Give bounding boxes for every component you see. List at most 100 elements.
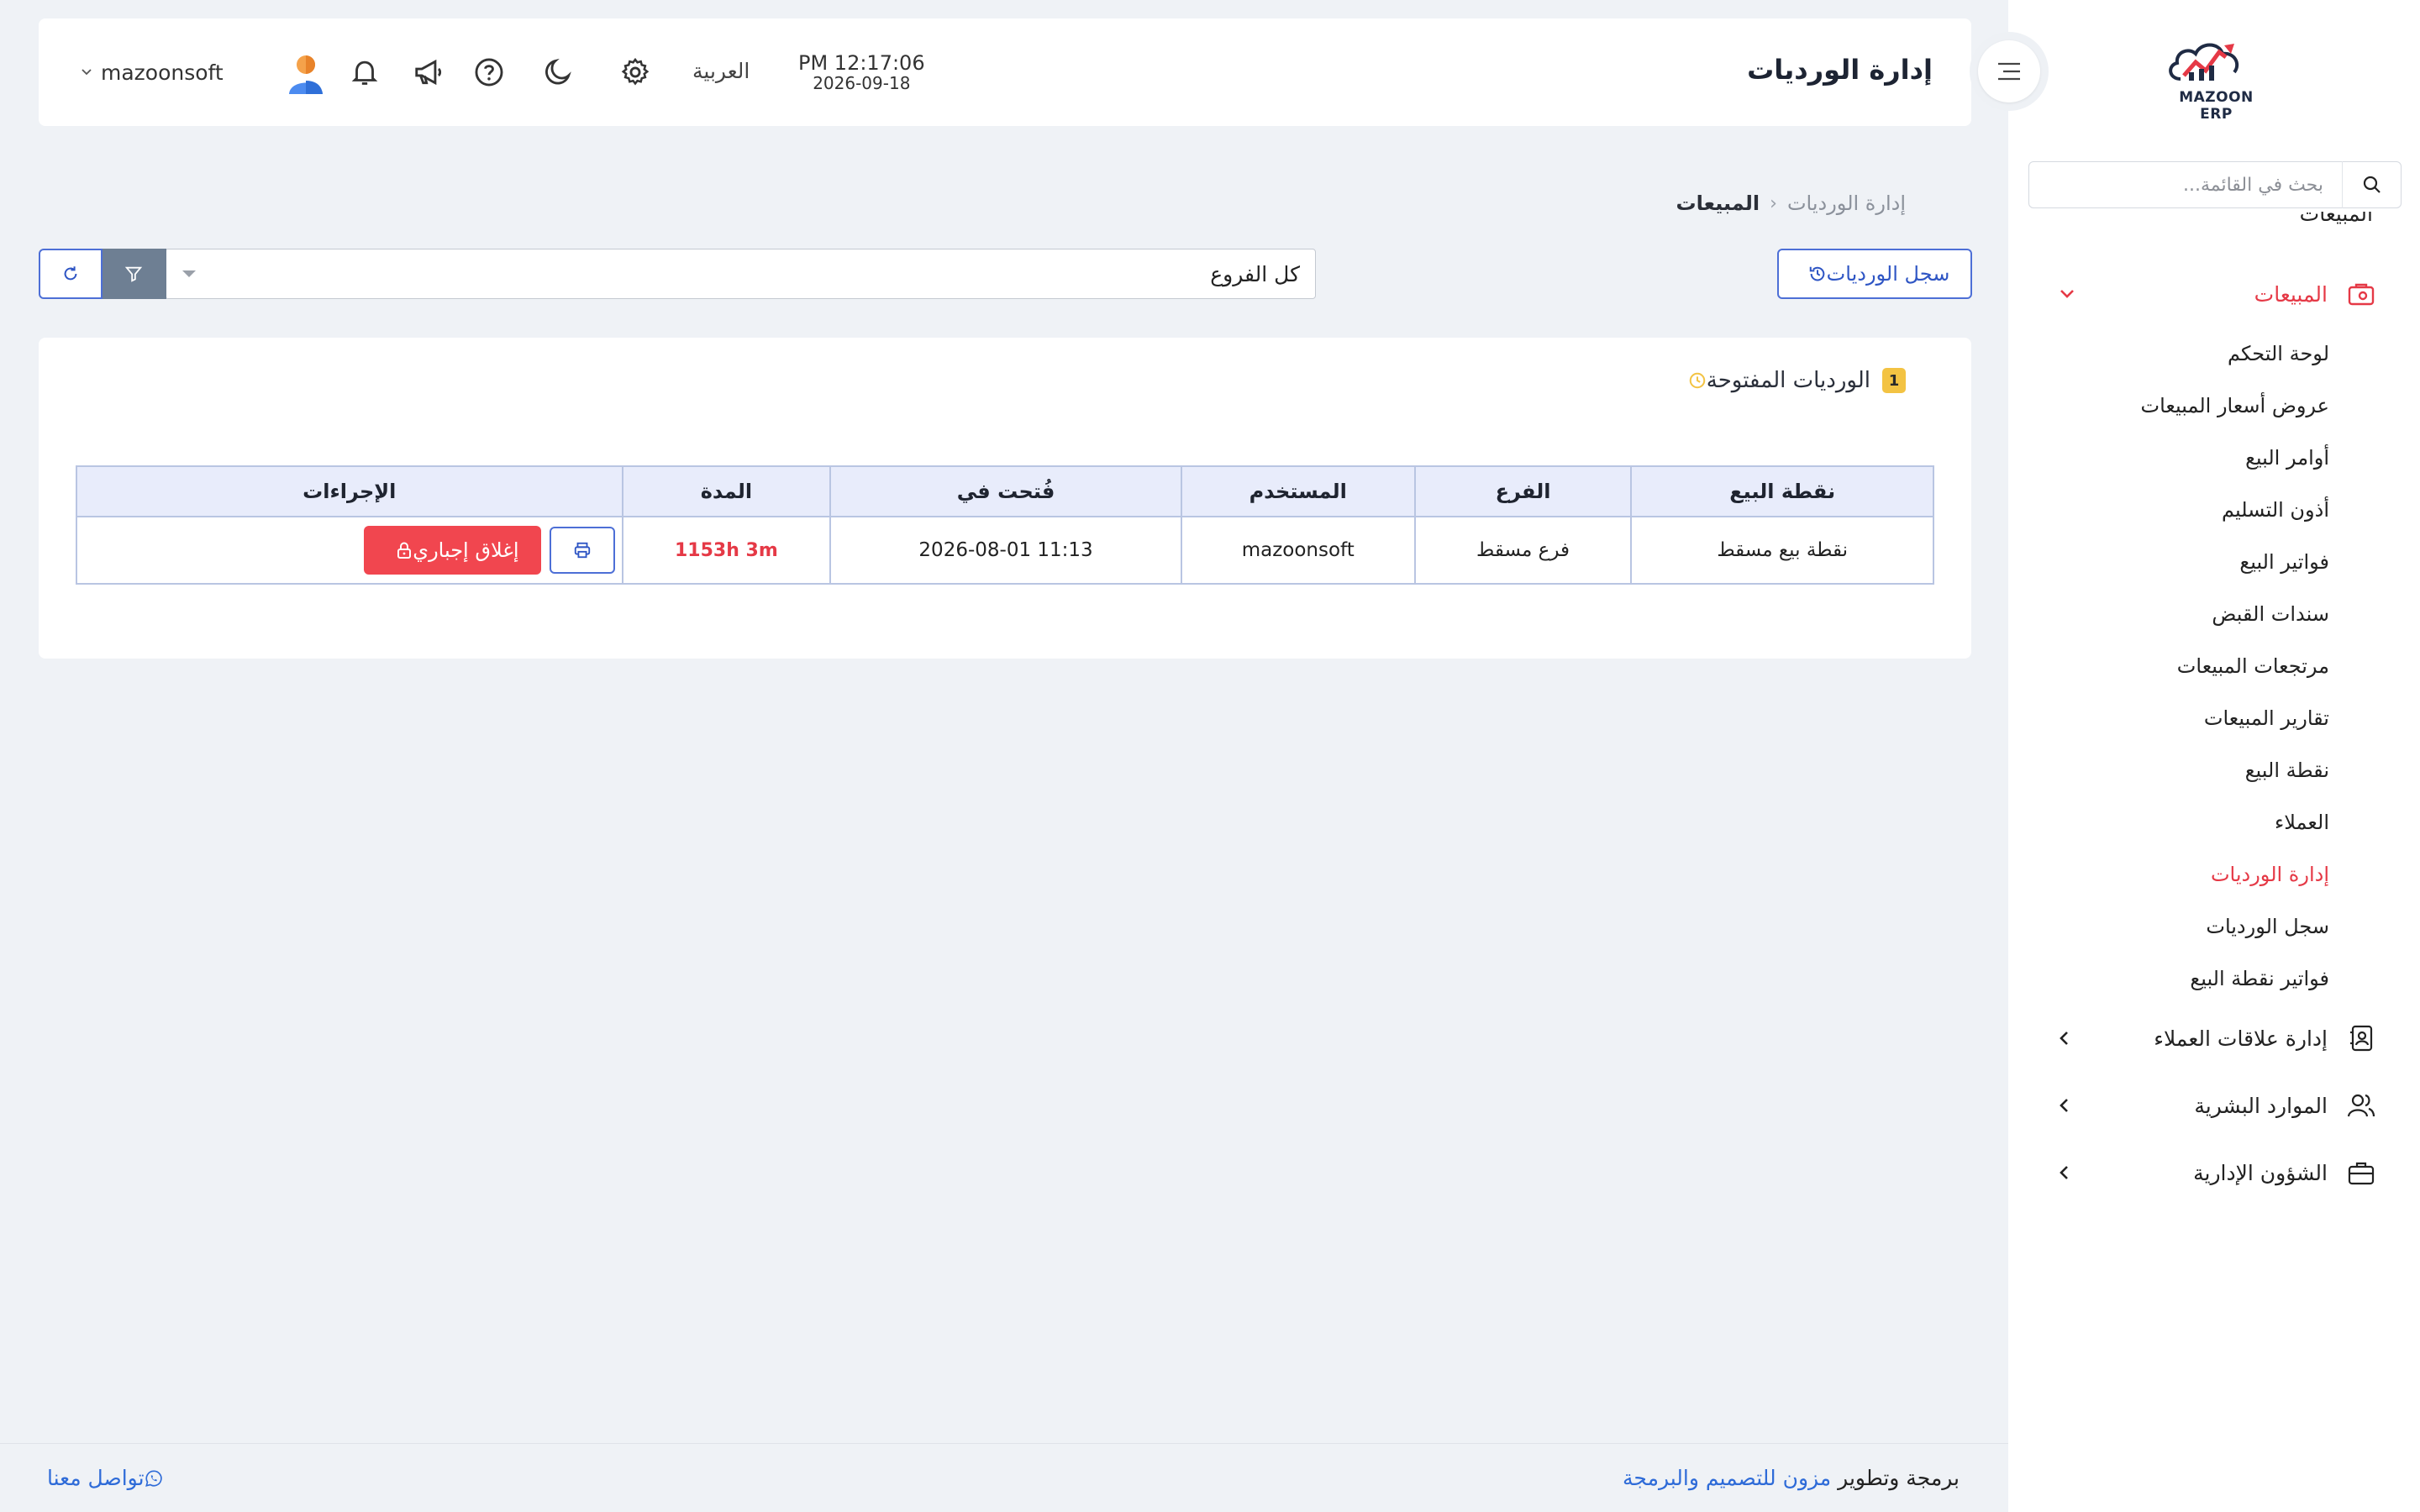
cell-duration-value: 1153h 3m	[675, 539, 778, 561]
shift-log-button[interactable]: سجل الورديات	[1777, 249, 1972, 299]
breadcrumb: المبيعات ‹ إدارة الورديات	[1676, 192, 1906, 215]
language-switch[interactable]: العربية	[692, 59, 750, 83]
open-shifts-header: الورديات المفتوحة 1	[1688, 368, 1933, 393]
user-menu[interactable]: mazoonsoft	[81, 52, 323, 94]
settings-icon[interactable]	[615, 52, 655, 92]
sidebar-item-hr-label: الموارد البشرية	[2194, 1093, 2328, 1118]
sidebar-subitem-label: إدارة الورديات	[2210, 863, 2329, 886]
cell-opened-at-value: 2026-08-01 11:13	[918, 539, 1093, 561]
printer-icon	[573, 541, 592, 559]
bell-icon[interactable]	[345, 52, 385, 92]
column-header-user: المستخدم	[1180, 465, 1416, 517]
clock-time: PM 12:17:06	[798, 51, 925, 75]
cell-branch: فرع مسقط	[1413, 516, 1633, 585]
sidebar-subitem[interactable]: فواتير البيع	[2008, 536, 2329, 588]
sidebar-item-sales[interactable]: المبيعات	[2008, 260, 2420, 328]
chevron-down-icon	[81, 68, 92, 76]
history-icon	[1808, 265, 1827, 283]
sidebar-subitem-label: العملاء	[2274, 811, 2329, 834]
sidebar-subitem[interactable]: أذون التسليم	[2008, 484, 2329, 536]
open-shifts-table: نقطة البيع الفرع المستخدم فُتحت في المدة…	[76, 465, 1934, 585]
sidebar-subitem-label: مرتجعات المبيعات	[2176, 654, 2329, 678]
top-header: إدارة الورديات PM 12:17:06 2026-09-18 ال…	[39, 18, 1971, 126]
username: mazoonsoft	[101, 60, 224, 85]
search-icon[interactable]	[2342, 161, 2401, 208]
sidebar-item-sales-label: المبيعات	[2254, 281, 2328, 307]
sidebar-toggle-button[interactable]	[1970, 32, 2049, 111]
sidebar-search	[2028, 161, 2402, 208]
help-icon[interactable]	[469, 52, 509, 92]
sidebar-subitem[interactable]: لوحة التحكم	[2008, 328, 2329, 380]
cell-user: mazoonsoft	[1180, 516, 1416, 585]
force-close-button[interactable]: إغلاق إجباري	[364, 526, 541, 575]
table-header-row: نقطة البيع الفرع المستخدم فُتحت في المدة…	[76, 465, 1934, 517]
sidebar-subitem[interactable]: عروض أسعار المبيعات	[2008, 380, 2329, 432]
sidebar-item-hr[interactable]: الموارد البشرية	[2008, 1072, 2420, 1139]
cell-duration: 1153h 3m	[621, 516, 832, 585]
refresh-button[interactable]	[39, 249, 103, 299]
filter-button[interactable]	[101, 249, 166, 299]
footer: برمجة وتطوير مزون للتصميم والبرمجة تواصل…	[0, 1443, 2008, 1512]
logo-icon	[2169, 43, 2239, 81]
sidebar-search-input[interactable]	[2029, 162, 2342, 207]
brand-logo[interactable]: MAZOON ERP	[2164, 35, 2269, 123]
branch-filter-select[interactable]: كل الفروع	[165, 249, 1316, 299]
sidebar-subitem[interactable]: سجل الورديات	[2008, 900, 2329, 953]
sidebar-subitem-active[interactable]: إدارة الورديات	[2008, 848, 2329, 900]
contact-us-link[interactable]: تواصل معنا	[47, 1466, 171, 1490]
sidebar-item-partial-label: المبيعات	[2299, 212, 2373, 226]
column-header-opened-at: فُتحت في	[829, 465, 1182, 517]
sidebar-subitem[interactable]: مرتجعات المبيعات	[2008, 640, 2329, 692]
cell-pos: نقطة بيع مسقط	[1630, 516, 1934, 585]
breadcrumb-current: إدارة الورديات	[1786, 192, 1906, 215]
sidebar-item-partial[interactable]: المبيعات	[2205, 212, 2373, 232]
column-header-branch: الفرع	[1413, 465, 1633, 517]
clock-icon	[1688, 371, 1707, 390]
print-button[interactable]	[549, 527, 615, 574]
cell-opened-at: 2026-08-01 11:13	[829, 516, 1182, 585]
sidebar-subitem-label: تقارير المبيعات	[2203, 706, 2329, 730]
sidebar-subitem-label: نقطة البيع	[2244, 759, 2329, 782]
moon-icon[interactable]	[538, 52, 578, 92]
avatar[interactable]	[286, 52, 326, 96]
sidebar-item-crm[interactable]: إدارة علاقات العملاء	[2008, 1005, 2420, 1072]
breadcrumb-parent[interactable]: المبيعات	[1676, 192, 1760, 215]
contact-us-label: تواصل معنا	[47, 1466, 145, 1490]
briefcase-icon	[2344, 1156, 2378, 1189]
row-actions: إغلاق إجباري	[77, 526, 622, 575]
lock-icon	[396, 541, 413, 559]
open-shifts-count-badge: 1	[1882, 368, 1906, 393]
branch-filter-value: كل الفروع	[1210, 261, 1300, 286]
megaphone-icon[interactable]	[408, 52, 449, 92]
column-header-duration: المدة	[621, 465, 832, 517]
filter-icon	[124, 265, 143, 283]
sidebar-subitem[interactable]: أوامر البيع	[2008, 432, 2329, 484]
brand-name: MAZOON ERP	[2179, 89, 2254, 123]
open-shifts-card: الورديات المفتوحة 1 نقطة البيع الفرع الم…	[39, 338, 1971, 659]
whatsapp-icon	[145, 1469, 163, 1488]
footer-credit-link[interactable]: مزون للتصميم والبرمجة	[1623, 1466, 1831, 1490]
sidebar-subitem[interactable]: العملاء	[2008, 796, 2329, 848]
chevron-left-icon: ‹	[1770, 192, 1777, 214]
caret-down-icon	[166, 269, 213, 279]
sidebar-subitem[interactable]: سندات القبض	[2008, 588, 2329, 640]
footer-credit: برمجة وتطوير مزون للتصميم والبرمجة	[1623, 1466, 1960, 1490]
sidebar-item-admin[interactable]: الشؤون الإدارية	[2008, 1139, 2420, 1206]
chevron-left-icon	[2059, 1030, 2070, 1047]
column-header-actions: الإجراءات	[76, 465, 623, 517]
menu-icon	[1996, 61, 2022, 81]
header-clock: PM 12:17:06 2026-09-18	[798, 51, 925, 93]
sidebar-subitem-label: أوامر البيع	[2245, 446, 2329, 470]
sidebar-subitem-label: عروض أسعار المبيعات	[2140, 394, 2329, 417]
sidebar: MAZOON ERP المبيعات المبيعات لوحة التحكم…	[2008, 0, 2420, 1512]
sidebar-subitem[interactable]: نقطة البيع	[2008, 744, 2329, 796]
users-icon	[2344, 1089, 2378, 1122]
refresh-icon	[61, 265, 80, 283]
sidebar-subitem[interactable]: فواتير نقطة البيع	[2008, 953, 2329, 1005]
sidebar-menu: المبيعات لوحة التحكم عروض أسعار المبيعات…	[2008, 260, 2420, 1206]
sidebar-subitem-label: فواتير البيع	[2239, 550, 2329, 574]
sidebar-item-admin-label: الشؤون الإدارية	[2193, 1160, 2328, 1185]
sidebar-subitem-label: فواتير نقطة البيع	[2190, 967, 2329, 990]
force-close-label: إغلاق إجباري	[413, 538, 519, 562]
sidebar-subitem[interactable]: تقارير المبيعات	[2008, 692, 2329, 744]
